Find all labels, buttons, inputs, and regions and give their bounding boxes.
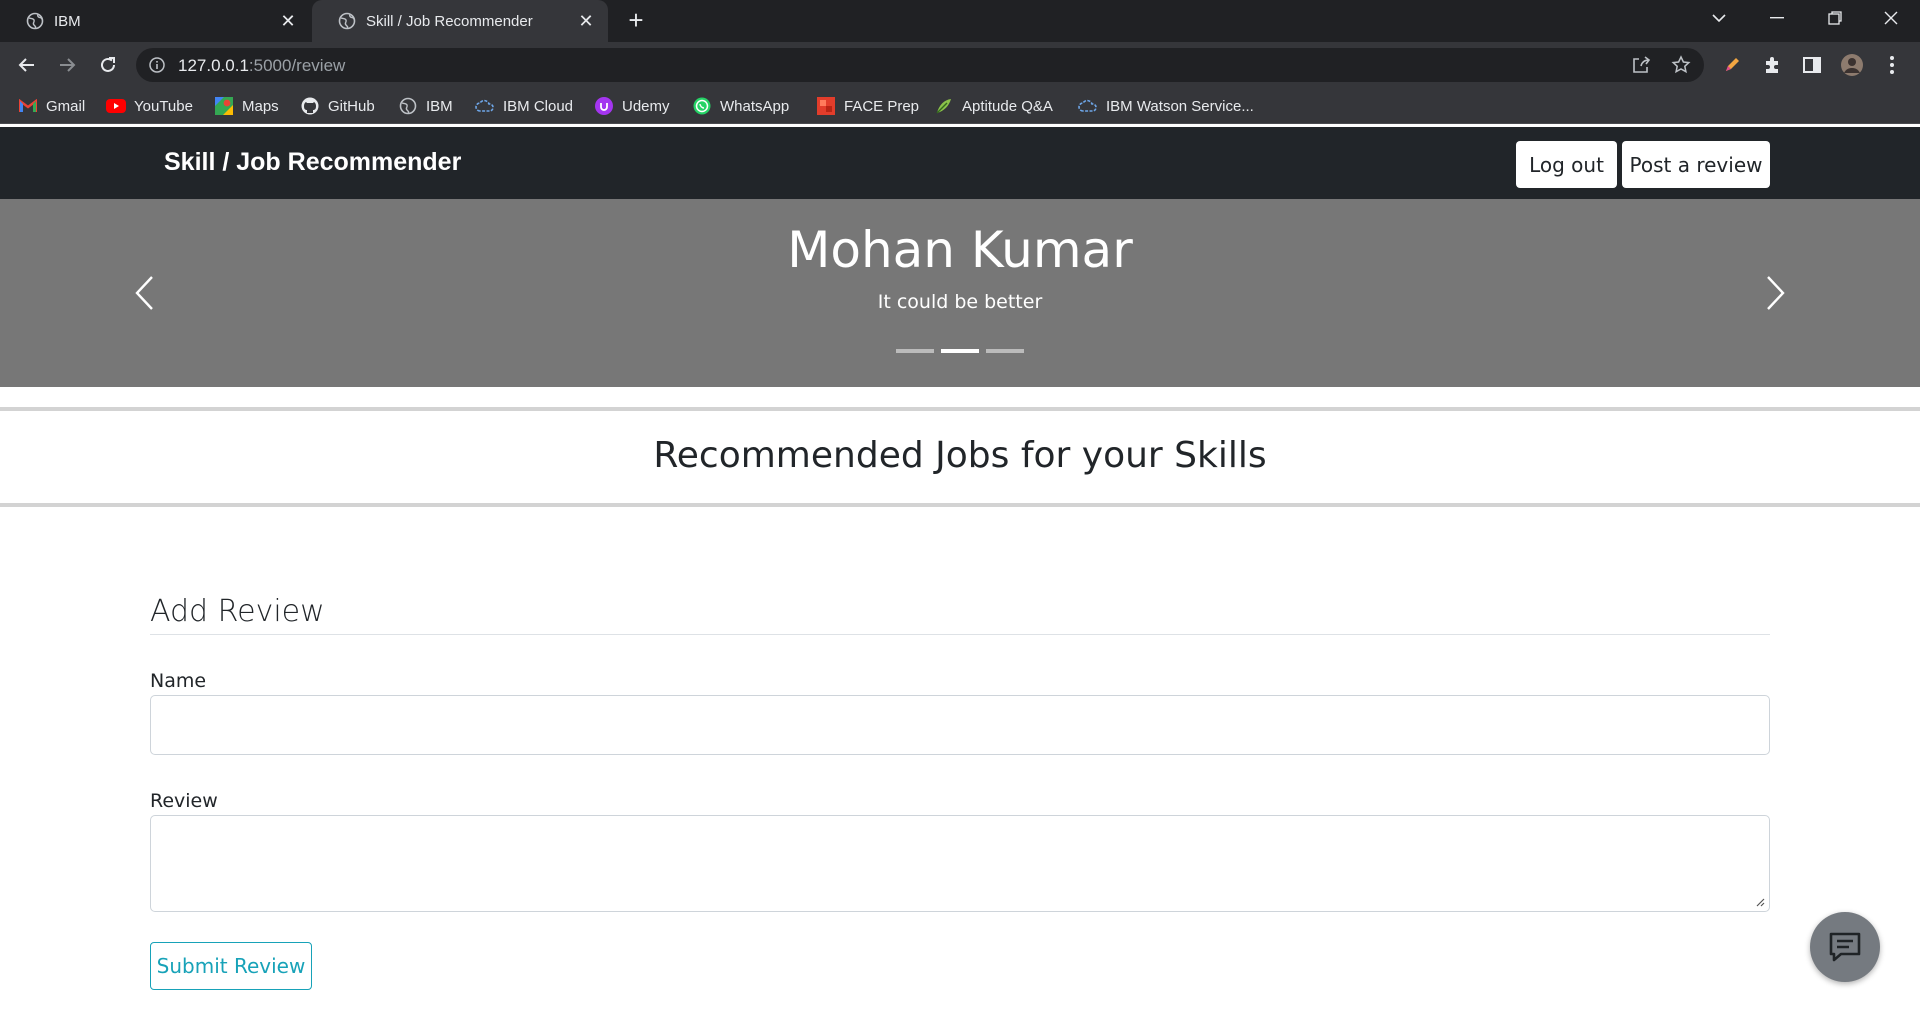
aptitude-icon <box>934 96 954 116</box>
submit-review-button[interactable]: Submit Review <box>150 942 312 990</box>
browser-tab-strip: IBM ✕ Skill / Job Recommender ✕ + <box>0 0 1920 42</box>
address-bar[interactable]: 127.0.0.1:5000/review <box>136 48 1704 82</box>
logout-button[interactable]: Log out <box>1516 141 1617 188</box>
review-quote: It could be better <box>877 291 1043 313</box>
close-window-icon[interactable] <box>1862 0 1920 36</box>
review-label: Review <box>150 790 218 812</box>
youtube-icon <box>106 96 126 116</box>
side-panel-icon[interactable] <box>1800 53 1824 77</box>
bookmark-aptitude[interactable]: Aptitude Q&A <box>934 96 1053 116</box>
bookmark-whatsapp[interactable]: WhatsApp <box>692 96 789 116</box>
pen-extension-icon[interactable] <box>1720 53 1744 77</box>
section-title: Recommended Jobs for your Skills <box>653 435 1267 476</box>
bookmark-face-prep[interactable]: FACE Prep <box>816 96 919 116</box>
face-prep-icon <box>816 96 836 116</box>
bookmark-ibm[interactable]: IBM <box>398 96 453 116</box>
ibm-watson-icon <box>1078 96 1098 116</box>
maps-icon <box>214 96 234 116</box>
bookmark-gmail[interactable]: Gmail <box>18 96 85 116</box>
share-icon[interactable] <box>1630 54 1652 76</box>
form-title: Add Review <box>150 594 325 629</box>
site-info-icon[interactable] <box>148 56 166 74</box>
udemy-icon <box>594 96 614 116</box>
divider <box>0 407 1920 411</box>
review-carousel: Mohan Kumar It could be better <box>0 199 1920 387</box>
tab-title: Skill / Job Recommender <box>366 12 533 30</box>
chat-icon <box>1829 932 1861 962</box>
bookmark-ibm-watson[interactable]: IBM Watson Service... <box>1078 96 1254 116</box>
name-input[interactable] <box>150 695 1770 755</box>
divider <box>0 503 1920 507</box>
bookmark-udemy[interactable]: Udemy <box>594 96 670 116</box>
review-textarea[interactable] <box>150 815 1770 912</box>
new-tab-icon[interactable]: + <box>624 7 648 33</box>
carousel-next-icon[interactable] <box>1756 271 1796 315</box>
minimize-icon[interactable] <box>1748 0 1806 36</box>
extensions-puzzle-icon[interactable] <box>1760 53 1784 77</box>
bookmark-maps[interactable]: Maps <box>214 96 279 116</box>
post-review-button[interactable]: Post a review <box>1622 141 1770 188</box>
carousel-indicator[interactable] <box>896 349 934 353</box>
carousel-indicators <box>896 349 1024 353</box>
whatsapp-icon <box>692 96 712 116</box>
browser-menu-icon[interactable] <box>1880 53 1904 77</box>
carousel-indicator-active[interactable] <box>941 349 979 353</box>
bookmark-star-icon[interactable] <box>1670 54 1692 76</box>
back-icon[interactable] <box>11 49 43 81</box>
tab-close-icon[interactable]: ✕ <box>574 9 598 33</box>
browser-tab-ibm[interactable]: IBM ✕ <box>0 0 310 42</box>
profile-avatar-icon[interactable] <box>1840 53 1864 77</box>
bookmark-youtube[interactable]: YouTube <box>106 96 193 116</box>
bookmarks-bar: Gmail YouTube Maps GitHub IBM IBM Cloud … <box>0 88 1920 124</box>
form-divider <box>150 634 1770 635</box>
globe-icon <box>338 12 356 30</box>
reviewer-name: Mohan Kumar <box>787 221 1133 279</box>
tab-title: IBM <box>54 12 81 30</box>
forward-icon[interactable] <box>51 49 83 81</box>
reload-icon[interactable] <box>92 49 124 81</box>
globe-icon <box>398 96 418 116</box>
url-text: 127.0.0.1:5000/review <box>178 56 346 75</box>
ibm-cloud-icon <box>475 96 495 116</box>
browser-toolbar: 127.0.0.1:5000/review <box>0 42 1920 88</box>
chat-widget-button[interactable] <box>1810 912 1880 982</box>
bookmark-ibm-cloud[interactable]: IBM Cloud <box>475 96 573 116</box>
globe-icon <box>26 12 44 30</box>
tab-close-icon[interactable]: ✕ <box>276 9 300 33</box>
tab-search-icon[interactable] <box>1690 0 1748 36</box>
name-label: Name <box>150 670 207 692</box>
github-icon <box>300 96 320 116</box>
carousel-indicator[interactable] <box>986 349 1024 353</box>
site-navbar: Skill / Job Recommender Log out Post a r… <box>0 127 1920 199</box>
gmail-icon <box>18 96 38 116</box>
bookmark-github[interactable]: GitHub <box>300 96 375 116</box>
browser-tab-skill-job[interactable]: Skill / Job Recommender ✕ <box>312 0 608 42</box>
restore-icon[interactable] <box>1806 0 1864 36</box>
site-brand[interactable]: Skill / Job Recommender <box>164 148 461 177</box>
resize-grip-icon[interactable] <box>1755 897 1765 907</box>
